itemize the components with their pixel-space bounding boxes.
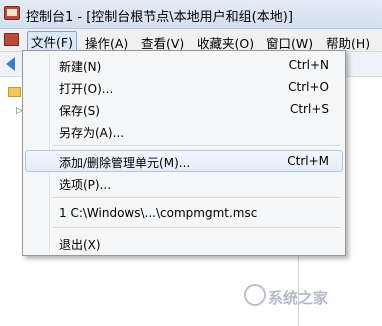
watermark-text: 系统之家: [268, 289, 329, 307]
menu-item-label: 退出(X): [59, 238, 101, 252]
menu-bar: 文件(F) 操作(A) 查看(V) 收藏夹(O) 窗口(W) 帮助(H): [0, 29, 382, 52]
menu-item-label: 添加/删除管理单元(M)...: [59, 156, 191, 170]
back-arrow-icon[interactable]: [6, 57, 15, 71]
menu-item-recent-file[interactable]: 1 C:\Windows\...\compmgmt.msc: [25, 202, 343, 224]
menu-item-options[interactable]: 选项(P)...: [25, 172, 343, 194]
menu-separator: [53, 227, 341, 229]
menu-item-label: 另存为(A)...: [59, 126, 125, 140]
title-bar: 控制台1 - [控制台根节点\本地用户和组(本地)]: [0, 0, 382, 29]
menu-item-shortcut: Ctrl+S: [289, 102, 329, 116]
folder-icon[interactable]: [8, 87, 21, 97]
menu-item-label: 打开(O)...: [59, 82, 114, 96]
watermark-logo-icon: [244, 284, 266, 306]
menu-item-label: 新建(N): [59, 60, 102, 74]
menu-file[interactable]: 文件(F): [27, 31, 77, 52]
menu-item-shortcut: Ctrl+M: [287, 154, 329, 168]
menu-item-label: 1 C:\Windows\...\compmgmt.msc: [59, 206, 258, 220]
menu-item-shortcut: Ctrl+O: [288, 80, 329, 94]
file-menu-dropdown: 新建(N) Ctrl+N 打开(O)... Ctrl+O 保存(S) Ctrl+…: [22, 50, 346, 256]
menu-item-label: 选项(P)...: [59, 178, 112, 192]
menu-separator: [53, 197, 341, 199]
system-menu-icon[interactable]: [4, 33, 19, 46]
menu-item-save[interactable]: 保存(S) Ctrl+S: [25, 98, 343, 120]
menu-separator: [53, 145, 341, 147]
menu-item-new[interactable]: 新建(N) Ctrl+N: [25, 54, 343, 76]
menu-item-open[interactable]: 打开(O)... Ctrl+O: [25, 76, 343, 98]
menu-item-shortcut: Ctrl+N: [288, 58, 329, 72]
console-app-icon: [4, 6, 20, 20]
menu-item-exit[interactable]: 退出(X): [25, 232, 343, 254]
window-title: 控制台1 - [控制台根节点\本地用户和组(本地)]: [26, 10, 293, 25]
menu-item-add-remove-snapin[interactable]: 添加/删除管理单元(M)... Ctrl+M: [25, 150, 343, 172]
menu-item-save-as[interactable]: 另存为(A)...: [25, 120, 343, 142]
menu-item-label: 保存(S): [59, 104, 100, 118]
